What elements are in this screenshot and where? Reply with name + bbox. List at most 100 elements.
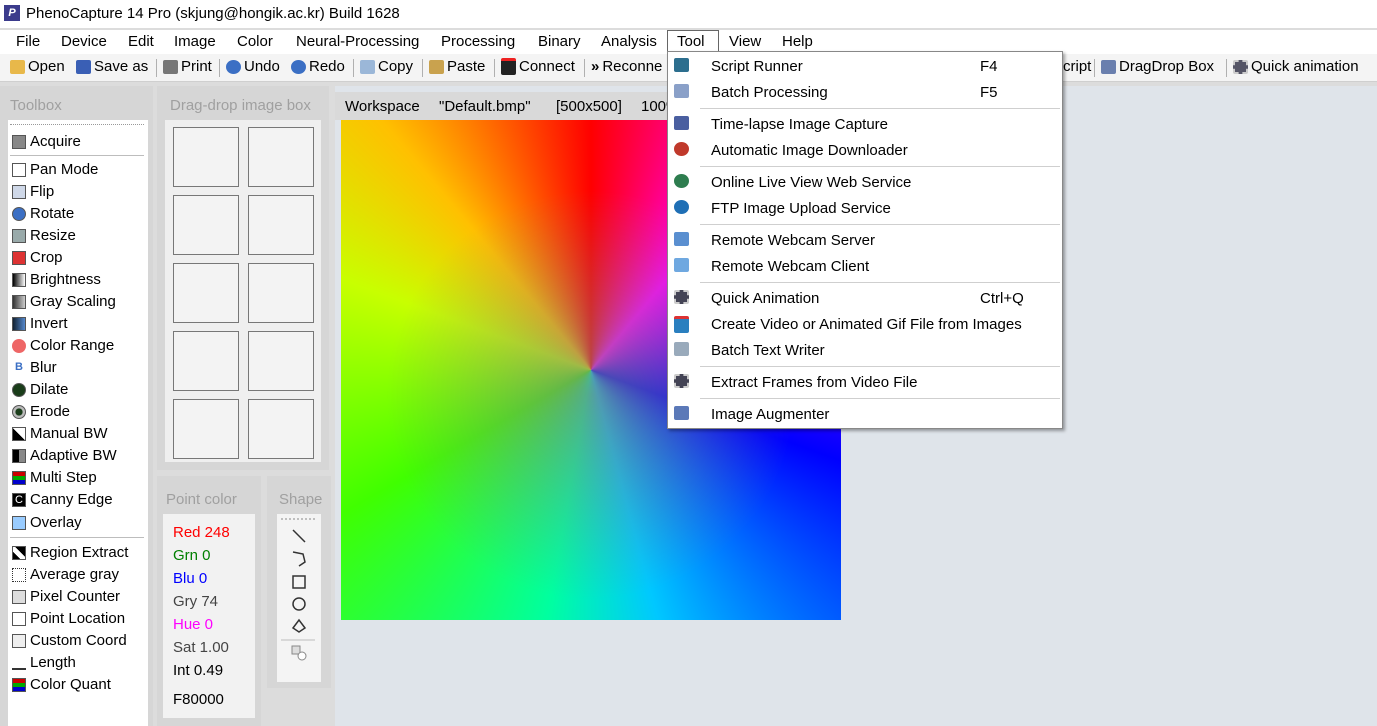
menu-image-augmenter[interactable]: Image Augmenter (668, 402, 1062, 426)
tool-label: Canny Edge (30, 491, 113, 508)
undo-button[interactable]: Undo (226, 58, 280, 75)
menu-extract-frames[interactable]: Extract Frames from Video File (668, 370, 1062, 394)
toolbar-divider (156, 59, 157, 77)
tool-label: Multi Step (30, 469, 97, 486)
tool-point-location[interactable]: Point Location (12, 610, 125, 627)
tool-manual-bw[interactable]: Manual BW (12, 425, 108, 442)
tool-multi-step[interactable]: Multi Step (12, 469, 97, 486)
paste-button[interactable]: Paste (429, 58, 485, 75)
tool-brightness[interactable]: Brightness (12, 271, 101, 288)
image-slot[interactable] (173, 127, 239, 187)
menu-batch-processing[interactable]: Batch Processing F5 (668, 80, 1062, 104)
menu-item-label: Batch Text Writer (711, 342, 825, 359)
toolbar-divider (584, 59, 585, 77)
copy-button[interactable]: Copy (360, 58, 413, 75)
tool-label: Region Extract (30, 544, 129, 561)
image-slot[interactable] (173, 195, 239, 255)
menu-view[interactable]: View (729, 33, 761, 50)
blue-value: Blu 0 (173, 570, 208, 587)
menu-auto-image-downloader[interactable]: Automatic Image Downloader (668, 138, 1062, 162)
menu-remote-webcam-server[interactable]: Remote Webcam Server (668, 228, 1062, 252)
tool-pan-mode[interactable]: Pan Mode (12, 161, 98, 178)
tool-invert[interactable]: Invert (12, 315, 68, 332)
tool-pixel-counter[interactable]: Pixel Counter (12, 588, 120, 605)
image-slot[interactable] (248, 127, 314, 187)
menu-remote-webcam-client[interactable]: Remote Webcam Client (668, 254, 1062, 278)
menu-script-runner[interactable]: Script Runner F4 (668, 54, 1062, 78)
paste-label: Paste (447, 58, 486, 75)
multi-step-icon (12, 470, 26, 485)
tool-acquire[interactable]: Acquire (12, 133, 81, 150)
tool-overlay[interactable]: Overlay (12, 514, 82, 531)
rotate-icon (12, 206, 26, 221)
film-icon (674, 374, 689, 388)
tool-flip[interactable]: Flip (12, 183, 54, 200)
quick-animation-button[interactable]: Quick animation (1233, 58, 1359, 75)
tool-label: Invert (30, 315, 68, 332)
tool-erode[interactable]: Erode (12, 403, 70, 420)
menu-image[interactable]: Image (174, 33, 216, 50)
tool-resize[interactable]: Resize (12, 227, 76, 244)
image-slot[interactable] (173, 399, 239, 459)
tool-canny-edge[interactable]: C Canny Edge (12, 491, 113, 508)
tool-region-extract[interactable]: Region Extract (12, 544, 128, 561)
toolbar-divider (353, 59, 354, 77)
tool-label: Flip (30, 183, 55, 200)
tool-adaptive-bw[interactable]: Adaptive BW (12, 447, 117, 464)
print-button[interactable]: Print (163, 58, 212, 75)
menu-edit[interactable]: Edit (128, 33, 154, 50)
menu-neural-processing[interactable]: Neural-Processing (296, 33, 419, 50)
select-shape-icon[interactable] (291, 645, 301, 655)
polygon-shape-icon[interactable] (291, 618, 307, 633)
menu-help[interactable]: Help (782, 33, 813, 50)
menu-batch-text-writer[interactable]: Batch Text Writer (668, 338, 1062, 362)
menu-binary[interactable]: Binary (538, 33, 581, 50)
tool-blur[interactable]: B Blur (12, 359, 57, 376)
menu-file[interactable]: File (16, 33, 40, 50)
tool-color-quant[interactable]: Color Quant (12, 676, 111, 693)
tool-color-range[interactable]: Color Range (12, 337, 114, 354)
tool-length[interactable]: Length (12, 654, 76, 671)
menu-processing[interactable]: Processing (441, 33, 515, 50)
line-shape-icon[interactable] (292, 529, 306, 543)
image-slot[interactable] (248, 195, 314, 255)
dragdrop-title: Drag-drop image box (170, 97, 311, 114)
save-as-button[interactable]: Save as (76, 58, 148, 75)
image-slot[interactable] (248, 331, 314, 391)
dragdrop-panel: Drag-drop image box (157, 86, 329, 470)
menu-tool[interactable]: Tool (677, 33, 705, 50)
connect-label: Connect (519, 58, 575, 75)
timelapse-icon (674, 116, 689, 130)
image-slot[interactable] (248, 263, 314, 323)
tool-dilate[interactable]: Dilate (12, 381, 68, 398)
app-logo-icon: P (4, 5, 20, 21)
menu-ftp-upload[interactable]: FTP Image Upload Service (668, 196, 1062, 220)
image-slot[interactable] (173, 331, 239, 391)
tool-gray-scaling[interactable]: Gray Scaling (12, 293, 116, 310)
select-shape-icon[interactable] (297, 651, 307, 661)
image-slot[interactable] (248, 399, 314, 459)
tool-crop[interactable]: Crop (12, 249, 63, 266)
connect-button[interactable]: Connect (501, 58, 575, 75)
dragdrop-box-button[interactable]: DragDrop Box (1101, 58, 1214, 75)
menu-device[interactable]: Device (61, 33, 107, 50)
menu-time-lapse-capture[interactable]: Time-lapse Image Capture (668, 112, 1062, 136)
menu-analysis[interactable]: Analysis (601, 33, 657, 50)
tool-average-gray[interactable]: Average gray (12, 566, 119, 583)
script-button[interactable]: cript (1063, 58, 1091, 75)
menu-create-video-gif[interactable]: Create Video or Animated Gif File from I… (668, 312, 1062, 336)
open-button[interactable]: Open (10, 58, 65, 75)
tool-rotate[interactable]: Rotate (12, 205, 74, 222)
polyline-shape-icon[interactable] (292, 551, 306, 567)
circle-shape-icon[interactable] (292, 597, 306, 611)
image-slot[interactable] (173, 263, 239, 323)
menu-quick-animation[interactable]: Quick Animation Ctrl+Q (668, 286, 1062, 310)
film-icon (1233, 59, 1248, 74)
reconnect-button[interactable]: » Reconne (591, 58, 662, 75)
menu-online-live-view[interactable]: Online Live View Web Service (668, 170, 1062, 194)
tool-label: Brightness (30, 271, 101, 288)
tool-custom-coord[interactable]: Custom Coord (12, 632, 127, 649)
menu-color[interactable]: Color (237, 33, 273, 50)
redo-button[interactable]: Redo (291, 58, 345, 75)
rectangle-shape-icon[interactable] (292, 575, 306, 589)
